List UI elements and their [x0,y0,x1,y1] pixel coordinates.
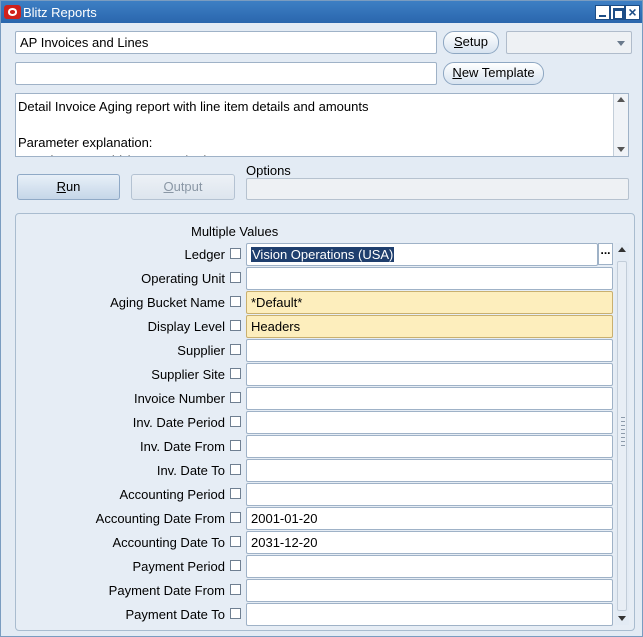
parameter-value-field[interactable]: 2031-12-20 [246,531,613,554]
scroll-grip-icon [621,417,625,447]
multiple-values-checkbox[interactable] [230,248,241,259]
parameter-label: Display Level [147,319,225,334]
parameter-value: Vision Operations (USA) [251,247,395,262]
parameter-label: Inv. Date From [139,439,225,454]
close-icon[interactable]: × [625,5,640,20]
minimize-icon[interactable] [595,5,610,20]
chevron-down-icon [617,41,625,46]
parameter-value: *Default* [251,295,303,310]
setup-label-rest: etup [462,34,488,49]
report-description[interactable]: Detail Invoice Aging report with line it… [15,93,629,157]
parameter-label: Accounting Date From [95,511,225,526]
multiple-values-checkbox[interactable] [230,296,241,307]
parameter-label: Ledger [184,247,225,262]
parameter-label: Accounting Date To [112,535,226,550]
template-select[interactable] [506,31,632,54]
multiple-values-checkbox[interactable] [230,584,241,595]
parameter-value-field[interactable]: 2001-01-20 [246,507,613,530]
blitz-reports-window: Blitz Reports × AP Invoices and Lines Se… [0,0,643,637]
parameter-value-field[interactable] [246,555,613,578]
multiple-values-checkbox[interactable] [230,536,241,547]
parameter-value-field[interactable] [246,459,613,482]
parameter-label: Inv. Date Period [132,415,225,430]
parameter-label: Operating Unit [141,271,225,286]
parameter-label: Supplier [177,343,225,358]
parameter-label: Payment Period [132,559,226,574]
run-label-rest: un [65,179,81,194]
maximize-icon[interactable] [610,5,625,20]
title-bar[interactable]: Blitz Reports × [1,1,642,23]
multiple-values-checkbox[interactable] [230,608,241,619]
scroll-down-icon[interactable] [617,147,625,152]
multiple-values-checkbox[interactable] [230,512,241,523]
run-mnemonic: R [56,179,66,194]
multiple-values-checkbox[interactable] [230,440,241,451]
report-name-field[interactable]: AP Invoices and Lines [15,31,437,54]
scroll-down-icon[interactable] [618,616,626,621]
output-label-rest: utput [173,179,203,194]
options-field[interactable] [246,178,629,200]
oracle-logo-icon [4,5,21,19]
description-scrollbar[interactable] [613,94,628,156]
output-button[interactable]: Output [131,174,235,200]
parameter-value-field[interactable] [246,603,613,626]
parameter-label: Supplier Site [151,367,225,382]
parameter-label: Payment Date From [108,583,225,598]
multiple-values-label: Multiple Values [191,224,279,239]
multiple-values-checkbox[interactable] [230,320,241,331]
parameter-value: 2001-01-20 [251,511,318,526]
multiple-values-checkbox[interactable] [230,488,241,499]
lov-button[interactable]: ... [598,243,613,265]
scroll-up-icon[interactable] [617,97,625,102]
parameter-value-field[interactable] [246,483,613,506]
multiple-values-checkbox[interactable] [230,464,241,475]
description-text: Detail Invoice Aging report with line it… [18,99,369,156]
multiple-values-checkbox[interactable] [230,392,241,403]
parameter-value-field[interactable] [246,411,613,434]
parameter-value: 2031-12-20 [251,535,318,550]
parameter-value-field[interactable] [246,387,613,410]
parameter-label: Invoice Number [133,391,225,406]
output-mnemonic: O [163,179,174,194]
parameters-scrollbar[interactable] [615,243,629,625]
parameter-value-field[interactable] [246,267,613,290]
setup-button[interactable]: Setup [443,31,499,54]
new-template-mnemonic: N [452,65,462,80]
multiple-values-checkbox[interactable] [230,272,241,283]
multiple-values-checkbox[interactable] [230,368,241,379]
multiple-values-checkbox[interactable] [230,560,241,571]
parameter-label: Accounting Period [119,487,225,502]
parameter-label: Inv. Date To [156,463,225,478]
template-field[interactable] [15,62,437,85]
new-template-label-rest: ew Template [461,65,535,80]
parameter-value-field[interactable] [246,363,613,386]
setup-mnemonic: S [454,34,463,49]
parameter-value-field[interactable]: *Default* [246,291,613,314]
new-template-button[interactable]: New Template [443,62,544,85]
multiple-values-checkbox[interactable] [230,344,241,355]
run-button[interactable]: Run [17,174,120,200]
parameter-value-field[interactable] [246,579,613,602]
window-title: Blitz Reports [23,5,97,20]
scroll-up-icon[interactable] [618,247,626,252]
parameter-value-field[interactable] [246,339,613,362]
scroll-thumb[interactable] [617,261,627,611]
parameter-value-field[interactable] [246,435,613,458]
parameter-value: Headers [251,319,301,334]
parameter-label: Aging Bucket Name [110,295,225,310]
parameter-label: Payment Date To [125,607,225,622]
options-label: Options [246,163,291,178]
multiple-values-checkbox[interactable] [230,416,241,427]
parameter-value-field[interactable]: Headers [246,315,613,338]
parameter-value-field[interactable]: Vision Operations (USA) [246,243,598,266]
